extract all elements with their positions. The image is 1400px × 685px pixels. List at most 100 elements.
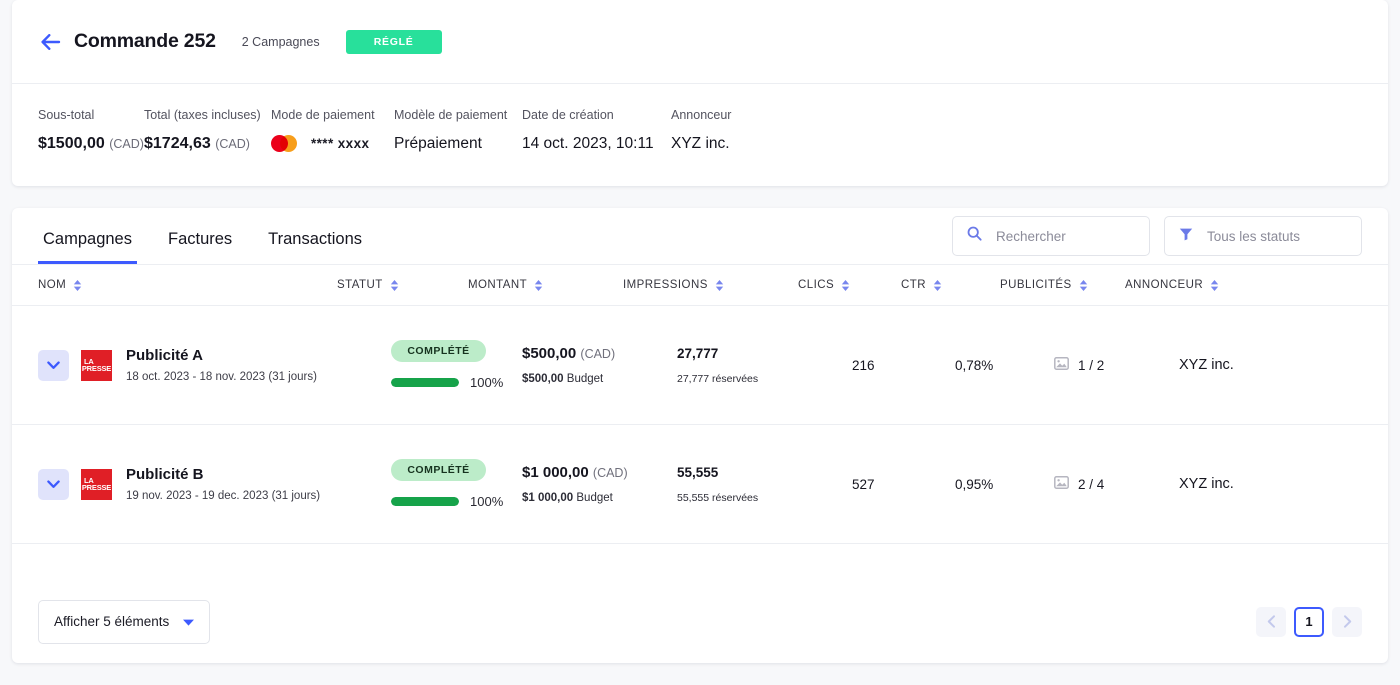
status-pill: COMPLÉTÉ — [391, 459, 486, 481]
cell-nom: LA PRESSE Publicité A 18 oct. 2023 - 18 … — [38, 347, 391, 383]
status-filter[interactable]: Tous les statuts — [1164, 216, 1362, 256]
column-header-clics[interactable]: CLICS — [798, 279, 901, 291]
cell-annonceur: XYZ inc. — [1179, 476, 1234, 492]
cell-publicites: 1 / 2 — [1054, 357, 1179, 373]
expand-row-button[interactable] — [38, 350, 69, 381]
table-row[interactable]: LA PRESSE Publicité A 18 oct. 2023 - 18 … — [12, 306, 1388, 425]
campaign-name-block: Publicité B 19 nov. 2023 - 19 dec. 2023 … — [126, 466, 320, 502]
meta-currency: (CAD) — [215, 137, 250, 151]
sort-icon[interactable] — [1079, 280, 1088, 291]
caret-down-icon — [183, 614, 194, 629]
sort-icon[interactable] — [841, 280, 850, 291]
page-size-select[interactable]: Afficher 5 éléments — [38, 600, 210, 644]
sort-icon[interactable] — [73, 280, 82, 291]
tabs: Campagnes Factures Transactions — [38, 230, 367, 264]
order-header: Commande 252 2 Campagnes RÉGLÉ — [12, 0, 1388, 84]
tab-factures[interactable]: Factures — [163, 230, 237, 264]
la-presse-logo: LA PRESSE — [81, 350, 112, 381]
cell-montant: $1 000,00 (CAD) $1 000,00 Budget — [522, 464, 677, 504]
meta-label: Annonceur — [671, 108, 731, 122]
filter-icon — [1179, 227, 1193, 246]
pagination: 1 — [1256, 607, 1362, 637]
amount-currency: (CAD) — [593, 466, 628, 480]
meta-label: Mode de paiement — [271, 108, 394, 122]
status-filter-label: Tous les statuts — [1207, 229, 1300, 244]
meta-modele-paiement: Modèle de paiement Prépaiement — [394, 108, 522, 153]
prev-page-button[interactable] — [1256, 607, 1286, 637]
campaign-name: Publicité B — [126, 466, 320, 483]
meta-date-creation: Date de création 14 oct. 2023, 10:11 — [522, 108, 671, 153]
cell-clics: 527 — [852, 477, 955, 492]
expand-row-button[interactable] — [38, 469, 69, 500]
column-header-annonceur[interactable]: ANNONCEUR — [1125, 279, 1219, 291]
amount-number: $500,00 — [522, 345, 576, 362]
order-meta-row: Sous-total $1500,00 (CAD) Total (taxes i… — [12, 84, 1388, 153]
budget-line: $1 000,00 Budget — [522, 492, 677, 504]
column-header-montant[interactable]: MONTANT — [468, 279, 623, 291]
table-body: LA PRESSE Publicité A 18 oct. 2023 - 18 … — [12, 306, 1388, 580]
column-header-impressions[interactable]: IMPRESSIONS — [623, 279, 798, 291]
column-header-publicites[interactable]: PUBLICITÉS — [1000, 279, 1125, 291]
meta-label: Sous-total — [38, 108, 144, 122]
sort-icon[interactable] — [534, 280, 543, 291]
column-header-ctr[interactable]: CTR — [901, 279, 1000, 291]
sort-icon[interactable] — [715, 280, 724, 291]
page-title: Commande 252 — [74, 30, 216, 53]
meta-mode-paiement: Mode de paiement **** xxxx — [271, 108, 394, 153]
card-digits: **** xxxx — [311, 136, 369, 151]
search-input[interactable]: Rechercher — [996, 229, 1066, 244]
campaign-name: Publicité A — [126, 347, 317, 364]
tab-campagnes[interactable]: Campagnes — [38, 230, 137, 264]
amount-value: $1 000,00 (CAD) — [522, 464, 677, 481]
page-number-1[interactable]: 1 — [1294, 607, 1324, 637]
status-pill: COMPLÉTÉ — [391, 340, 486, 362]
campaign-name-block: Publicité A 18 oct. 2023 - 18 nov. 2023 … — [126, 347, 317, 383]
column-label: IMPRESSIONS — [623, 279, 708, 291]
cell-annonceur: XYZ inc. — [1179, 357, 1234, 373]
amount-currency: (CAD) — [580, 347, 615, 361]
tab-transactions[interactable]: Transactions — [263, 230, 367, 264]
progress-row: 100% — [391, 375, 522, 390]
meta-annonceur: Annonceur XYZ inc. — [671, 108, 731, 153]
cell-ctr: 0,78% — [955, 358, 1054, 373]
impressions-value: 27,777 — [677, 346, 852, 361]
meta-label: Total (taxes incluses) — [144, 108, 271, 122]
status-badge: RÉGLÉ — [346, 30, 442, 54]
page-size-label: Afficher 5 éléments — [54, 614, 169, 629]
budget-amount: $1 000,00 — [522, 492, 573, 504]
payment-method-value: **** xxxx — [271, 135, 394, 152]
meta-currency: (CAD) — [109, 137, 144, 151]
search-field[interactable]: Rechercher — [952, 216, 1150, 256]
cell-impressions: 27,777 27,777 réservées — [677, 346, 852, 385]
page-root: Commande 252 2 Campagnes RÉGLÉ Sous-tota… — [0, 0, 1400, 685]
image-icon — [1054, 357, 1069, 373]
budget-line: $500,00 Budget — [522, 373, 677, 385]
next-page-button[interactable] — [1332, 607, 1362, 637]
cell-ctr: 0,95% — [955, 477, 1054, 492]
column-label: NOM — [38, 279, 66, 291]
cell-publicites: 2 / 4 — [1054, 476, 1179, 492]
column-header-statut[interactable]: STATUT — [337, 279, 468, 291]
table-row[interactable]: LA PRESSE Publicité B 19 nov. 2023 - 19 … — [12, 425, 1388, 544]
impressions-value: 55,555 — [677, 465, 852, 480]
sort-icon[interactable] — [390, 280, 399, 291]
order-summary-card: Commande 252 2 Campagnes RÉGLÉ Sous-tota… — [12, 0, 1388, 186]
search-icon — [967, 226, 982, 246]
meta-label: Modèle de paiement — [394, 108, 522, 122]
back-arrow-icon[interactable] — [38, 29, 64, 55]
sort-icon[interactable] — [1210, 280, 1219, 291]
meta-total: Total (taxes incluses) $1724,63 (CAD) — [144, 108, 271, 153]
column-header-nom[interactable]: NOM — [38, 279, 337, 291]
image-icon — [1054, 476, 1069, 492]
cell-nom: LA PRESSE Publicité B 19 nov. 2023 - 19 … — [38, 466, 391, 502]
table-footer: Afficher 5 éléments 1 — [12, 580, 1388, 663]
column-label: CLICS — [798, 279, 834, 291]
mastercard-icon — [271, 135, 297, 152]
table-header-row: NOM STATUT MONTANT IMPRESSIONS CLICS CTR — [12, 264, 1388, 306]
amount-number: $1 000,00 — [522, 464, 589, 481]
meta-amount: $1724,63 — [144, 135, 211, 152]
sort-icon[interactable] — [933, 280, 942, 291]
cell-montant: $500,00 (CAD) $500,00 Budget — [522, 345, 677, 385]
cell-statut: COMPLÉTÉ 100% — [391, 459, 522, 509]
logo-line-2: PRESSE — [82, 365, 111, 373]
